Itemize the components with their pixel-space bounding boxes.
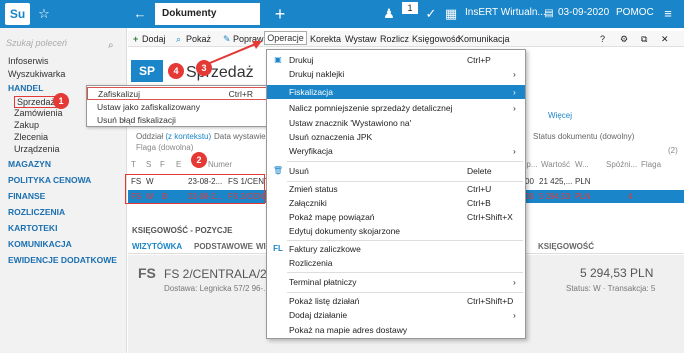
annotation-arrow	[204, 41, 262, 66]
callout-2: 2	[191, 152, 207, 168]
callout-1: 1	[53, 93, 69, 109]
callout-3: 3	[196, 60, 212, 76]
callout-4: 4	[168, 63, 184, 79]
